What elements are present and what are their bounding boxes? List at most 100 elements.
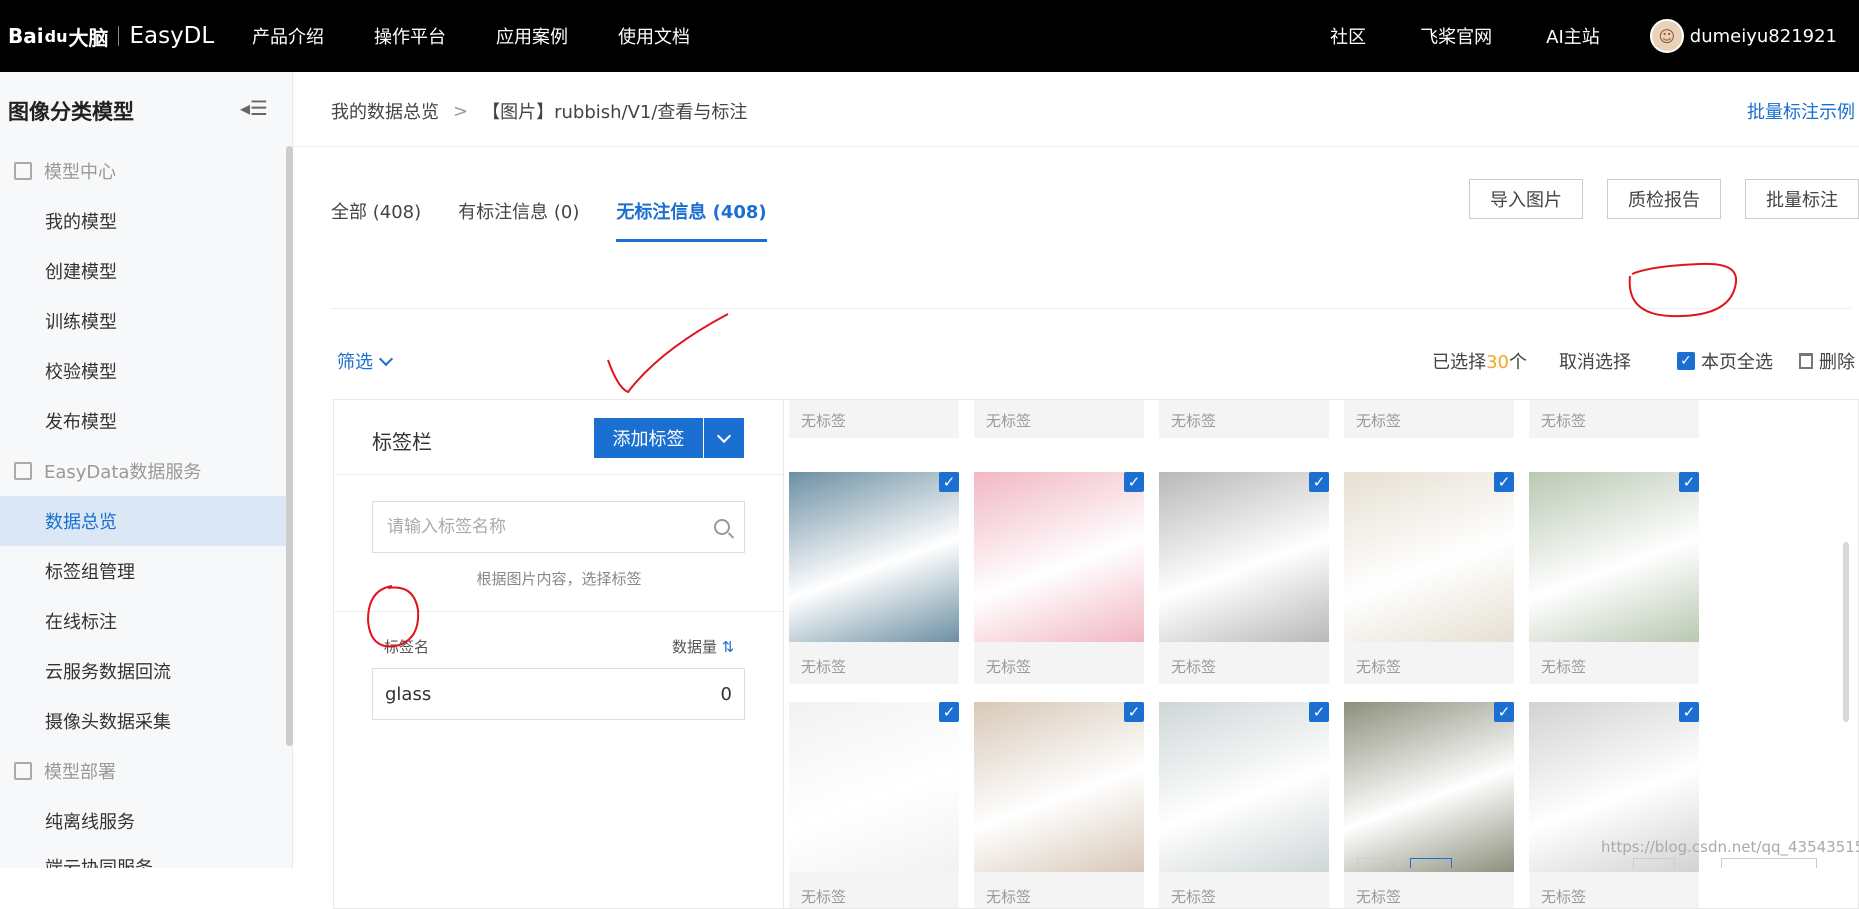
tab-unlabeled[interactable]: 无标注信息 (408): [616, 190, 767, 242]
sidebar-item-validate-model[interactable]: 校验模型: [0, 346, 286, 396]
pagination-size-select[interactable]: [1721, 858, 1817, 868]
delete-button[interactable]: 删除: [1799, 348, 1855, 374]
add-label-button[interactable]: 添加标签: [594, 418, 703, 458]
image-select-checkbox[interactable]: ✓: [1494, 472, 1514, 492]
sort-icon: ⇅: [717, 638, 735, 656]
selected-count: 30: [1486, 352, 1509, 373]
label-search-input[interactable]: [387, 517, 714, 537]
content-scrollbar[interactable]: [1843, 542, 1849, 722]
image-select-checkbox[interactable]: ✓: [939, 472, 959, 492]
image-card[interactable]: 无标签 ✓: [1529, 472, 1699, 684]
image-select-checkbox[interactable]: ✓: [1124, 472, 1144, 492]
image-card[interactable]: 无标签 ✓: [789, 702, 959, 908]
sidebar-item-camera-collect[interactable]: 摄像头数据采集: [0, 696, 286, 746]
image-card[interactable]: 无标签: [1159, 400, 1329, 438]
image-card[interactable]: 无标签 ✓: [789, 472, 959, 684]
sidebar-item-label-groups[interactable]: 标签组管理: [0, 546, 286, 596]
image-card[interactable]: 无标签: [1344, 400, 1514, 438]
trash-icon: [1799, 353, 1813, 369]
image-card[interactable]: 无标签: [789, 400, 959, 438]
sidebar-scrollbar[interactable]: [286, 146, 293, 746]
breadcrumb-root[interactable]: 我的数据总览: [331, 98, 439, 124]
image-thumbnail[interactable]: [1344, 702, 1514, 872]
filter-dropdown[interactable]: 筛选: [337, 348, 394, 374]
user-menu[interactable]: ☺ dumeiyu821921: [1649, 19, 1837, 53]
image-card[interactable]: 无标签: [974, 400, 1144, 438]
image-card[interactable]: 无标签: [1529, 400, 1699, 438]
image-select-checkbox[interactable]: ✓: [1494, 702, 1514, 722]
image-select-checkbox[interactable]: ✓: [1309, 702, 1329, 722]
nav-cases[interactable]: 应用案例: [496, 23, 568, 49]
divider: [334, 474, 784, 475]
col-header-count[interactable]: 数据量 ⇅: [672, 636, 734, 657]
pagination-current[interactable]: [1410, 858, 1452, 868]
add-label-dropdown[interactable]: [704, 418, 744, 458]
sidebar-item-edge-cloud[interactable]: 端云协同服务: [0, 846, 286, 868]
baidu-easydl-logo[interactable]: Bai du 大脑 EasyDL: [8, 18, 214, 54]
image-card[interactable]: 无标签 ✓: [1159, 702, 1329, 908]
image-thumbnail[interactable]: [1159, 702, 1329, 872]
tab-all[interactable]: 全部 (408): [331, 190, 421, 242]
image-card[interactable]: 无标签 ✓: [1344, 472, 1514, 684]
image-card[interactable]: 无标签 ✓: [974, 472, 1144, 684]
nav-paddle[interactable]: 飞桨官网: [1420, 23, 1492, 49]
label-search-box: [372, 501, 745, 553]
tab-labeled[interactable]: 有标注信息 (0): [458, 190, 579, 242]
image-select-checkbox[interactable]: ✓: [1679, 702, 1699, 722]
main-nav: 产品介绍 操作平台 应用案例 使用文档: [252, 0, 740, 72]
image-thumbnail[interactable]: [974, 472, 1144, 642]
nav-ai-main[interactable]: AI主站: [1546, 23, 1600, 49]
image-card[interactable]: 无标签 ✓: [1344, 702, 1514, 908]
delete-label: 删除: [1819, 352, 1855, 373]
batch-label-example-link[interactable]: 批量标注示例: [1747, 98, 1855, 124]
collapse-menu-icon[interactable]: ◂☰: [240, 96, 268, 120]
sidebar-item-label: 数据总览: [45, 512, 117, 533]
sidebar-item-offline-service[interactable]: 纯离线服务: [0, 796, 286, 846]
nav-community[interactable]: 社区: [1330, 23, 1366, 49]
sidebar-group-model-center: 模型中心: [0, 146, 286, 196]
sidebar-item-my-models[interactable]: 我的模型: [0, 196, 286, 246]
sidebar-item-data-overview[interactable]: 数据总览: [0, 496, 286, 546]
nav-product-intro[interactable]: 产品介绍: [252, 23, 324, 49]
image-grid: 无标签 无标签 无标签 无标签 无标签 无标签 ✓ 无标签 ✓ 无标签 ✓ 无标签 ✓ 无标签 ✓ 无标签 ✓ 无…: [789, 400, 1829, 908]
image-select-checkbox[interactable]: ✓: [1679, 472, 1699, 492]
sidebar-item-create-model[interactable]: 创建模型: [0, 246, 286, 296]
sidebar-item-cloud-backflow[interactable]: 云服务数据回流: [0, 646, 286, 696]
chevron-down-icon: [378, 351, 394, 367]
sidebar-item-label: 标签组管理: [45, 562, 135, 583]
sidebar-item-train-model[interactable]: 训练模型: [0, 296, 286, 346]
image-card[interactable]: 无标签 ✓: [974, 702, 1144, 908]
image-thumbnail[interactable]: [789, 472, 959, 642]
sidebar-item-online-labeling[interactable]: 在线标注: [0, 596, 286, 646]
nav-platform[interactable]: 操作平台: [374, 23, 446, 49]
image-card[interactable]: 无标签 ✓: [1159, 472, 1329, 684]
deploy-icon: [14, 762, 32, 780]
image-thumbnail[interactable]: [789, 702, 959, 872]
import-images-button[interactable]: 导入图片: [1469, 179, 1583, 219]
nav-docs[interactable]: 使用文档: [618, 23, 690, 49]
sidebar-title: 图像分类模型: [8, 100, 134, 124]
image-select-checkbox[interactable]: ✓: [939, 702, 959, 722]
building-icon: [14, 162, 32, 180]
quality-report-button[interactable]: 质检报告: [1607, 179, 1721, 219]
image-select-checkbox[interactable]: ✓: [1309, 472, 1329, 492]
image-card[interactable]: 无标签 ✓: [1529, 702, 1699, 908]
image-thumbnail[interactable]: [1529, 472, 1699, 642]
tabs-divider: [331, 308, 1851, 309]
image-thumbnail[interactable]: [1159, 472, 1329, 642]
top-right-links: 社区 飞桨官网 AI主站 ☺ dumeiyu821921: [1276, 0, 1837, 72]
pagination-prev[interactable]: [1357, 858, 1399, 868]
select-page-checkbox[interactable]: ✓ 本页全选: [1677, 348, 1773, 374]
paw-icon: du: [44, 26, 68, 46]
sidebar-item-publish-model[interactable]: 发布模型: [0, 396, 286, 446]
sidebar-item-label: 创建模型: [45, 262, 117, 283]
search-icon[interactable]: [714, 519, 730, 535]
batch-label-button[interactable]: 批量标注: [1745, 179, 1859, 219]
image-select-checkbox[interactable]: ✓: [1124, 702, 1144, 722]
image-thumbnail[interactable]: [974, 702, 1144, 872]
image-thumbnail[interactable]: [1344, 472, 1514, 642]
pagination-jump-input[interactable]: [1633, 858, 1675, 868]
label-row[interactable]: glass 0: [372, 668, 745, 720]
label-sidebar: 标签栏 添加标签 根据图片内容，选择标签 标签名 数据量 ⇅ glass 0: [334, 400, 784, 908]
cancel-selection-button[interactable]: 取消选择: [1559, 348, 1631, 374]
